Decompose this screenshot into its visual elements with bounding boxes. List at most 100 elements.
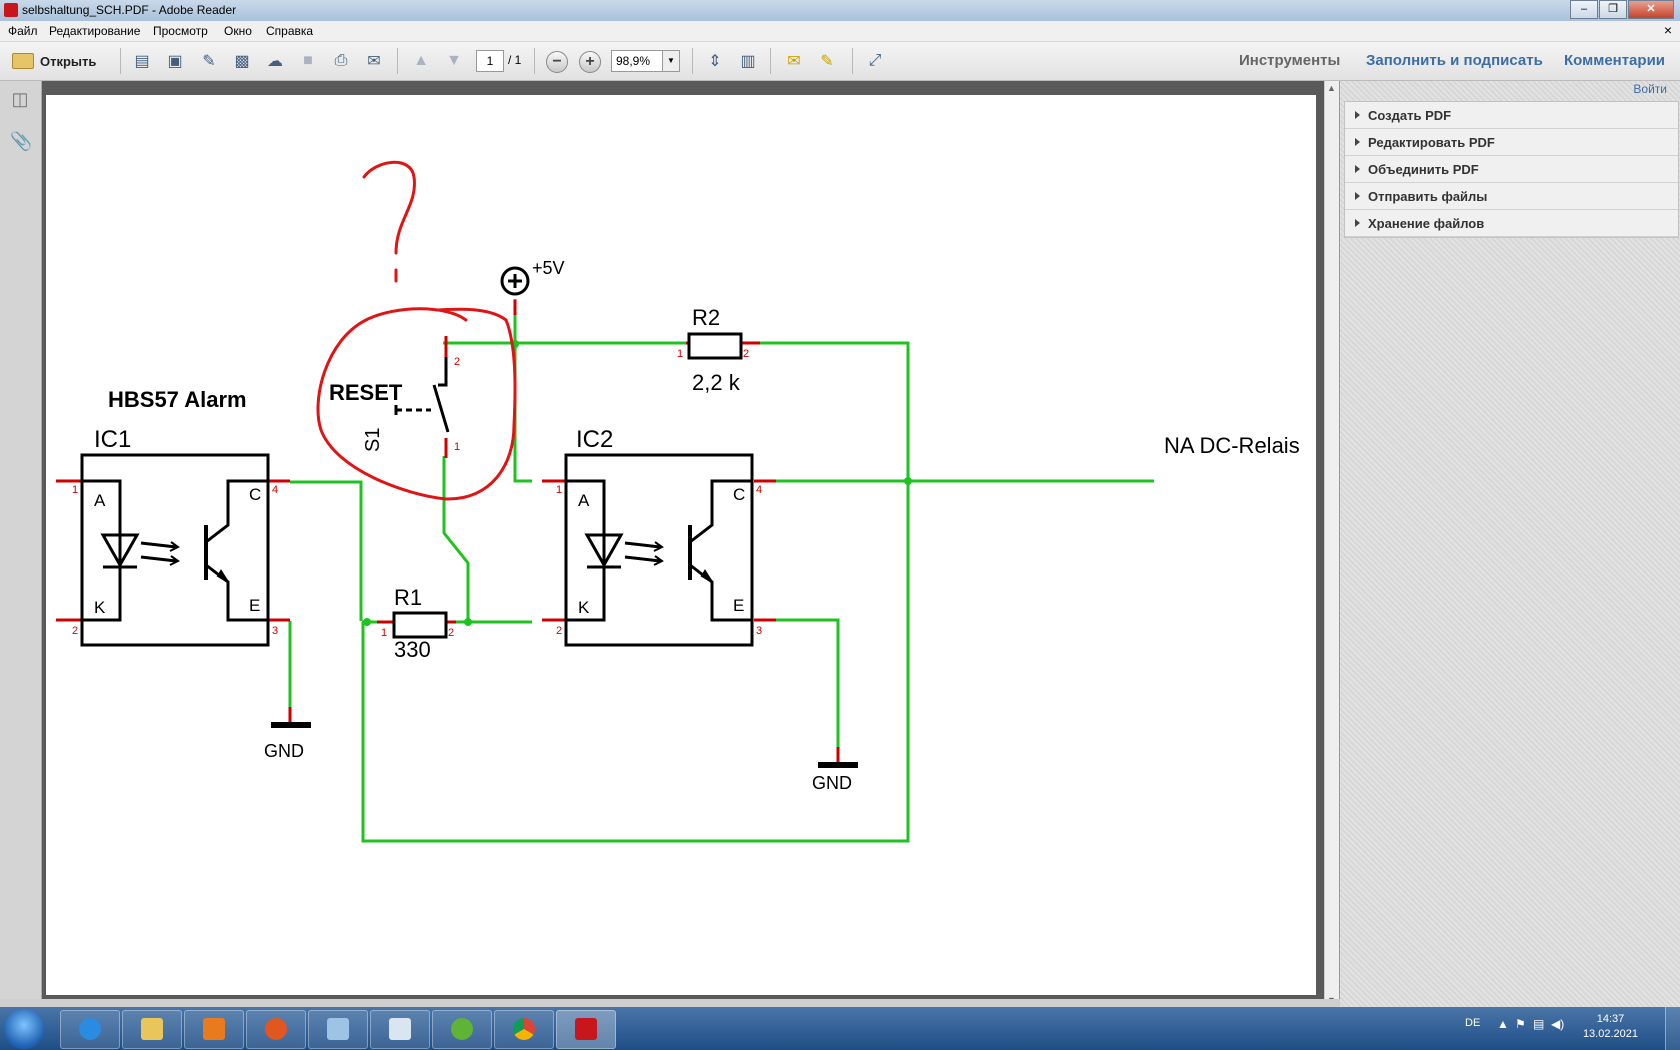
- toolbar-separator: [770, 48, 771, 74]
- menu-view[interactable]: Просмотр: [153, 24, 208, 38]
- ic1-name: IC1: [94, 426, 131, 453]
- ic1-pin-num-1: 1: [72, 484, 78, 496]
- print-icon[interactable]: ⎙: [329, 49, 353, 73]
- taskbar-media-player[interactable]: [184, 1010, 244, 1049]
- email-icon[interactable]: ✉: [362, 49, 386, 73]
- media-player-icon: [203, 1018, 225, 1040]
- toolbar-separator: [397, 48, 398, 74]
- minimize-button[interactable]: –: [1570, 0, 1598, 19]
- ic1-optocoupler: [80, 453, 270, 647]
- close-document-icon[interactable]: ×: [1664, 22, 1672, 38]
- taskbar-explorer[interactable]: [122, 1010, 182, 1049]
- start-button[interactable]: [4, 1009, 44, 1049]
- full-screen-icon[interactable]: ⤢: [863, 49, 887, 73]
- open-button[interactable]: Открыть: [6, 48, 102, 74]
- section-create-pdf[interactable]: Создать PDF: [1345, 102, 1678, 129]
- language-indicator[interactable]: DE: [1465, 1017, 1480, 1029]
- clock[interactable]: 14:37 13.02.2021: [1583, 1012, 1638, 1042]
- taskbar-ie[interactable]: [60, 1010, 120, 1049]
- document-area: ? +5V R2 2,2 k RESET S1 2 1 HBS57 Alarm …: [42, 81, 1330, 1007]
- section-edit-pdf[interactable]: Редактировать PDF: [1345, 129, 1678, 156]
- previous-page-icon[interactable]: ▲: [409, 49, 433, 73]
- edit-pdf-icon[interactable]: ✎: [197, 49, 221, 73]
- fit-width-icon[interactable]: ▥: [736, 49, 760, 73]
- section-combine-pdf[interactable]: Объединить PDF: [1345, 156, 1678, 183]
- horizontal-scrollbar[interactable]: [0, 999, 1340, 1007]
- ic1-pin-num-3: 3: [272, 625, 278, 637]
- combine-files-icon[interactable]: ▩: [230, 49, 254, 73]
- create-pdf-icon[interactable]: ▤: [130, 49, 154, 73]
- export-pdf-icon[interactable]: ▣: [163, 49, 187, 73]
- taskbar-paint[interactable]: [308, 1010, 368, 1049]
- window-controls: – ❐ ✕: [1569, 0, 1674, 19]
- expand-arrow-icon: [1355, 138, 1360, 146]
- ic2-optocoupler: [564, 453, 754, 647]
- ic2-pin-num-3: 3: [756, 625, 762, 637]
- sticky-note-icon[interactable]: ✉: [782, 49, 806, 73]
- zoom-out-button[interactable]: −: [546, 51, 568, 73]
- close-button[interactable]: ✕: [1628, 0, 1674, 19]
- internet-explorer-icon: [79, 1018, 101, 1040]
- taskbar-notepad[interactable]: [370, 1010, 430, 1049]
- section-label: Создать PDF: [1368, 107, 1452, 123]
- network-icon[interactable]: ▤: [1533, 1017, 1544, 1031]
- document-icon: [389, 1018, 411, 1040]
- taskbar-utorrent[interactable]: [432, 1010, 492, 1049]
- toolbar-separator: [120, 48, 121, 74]
- page-total: / 1: [508, 53, 522, 67]
- maximize-button[interactable]: ❐: [1599, 0, 1627, 19]
- question-mark: ?: [368, 145, 401, 212]
- reset-switch: [394, 357, 450, 433]
- attachments-icon[interactable]: 📎: [10, 131, 32, 153]
- junction-dot: [363, 618, 371, 626]
- firefox-icon: [265, 1018, 287, 1040]
- ic2-pin-num-4: 4: [756, 484, 762, 496]
- junction-dot: [464, 618, 472, 626]
- menu-bar: Файл Редактирование Просмотр Окно Справк…: [0, 21, 1680, 42]
- fit-page-icon[interactable]: ⇕: [703, 49, 727, 73]
- ic2-pin-num-2: 2: [556, 625, 562, 637]
- folder-icon: [12, 53, 34, 69]
- window-title: selbshaltung_SCH.PDF - Adobe Reader: [22, 3, 237, 17]
- fill-sign-pane-link[interactable]: Заполнить и подписать: [1366, 52, 1543, 69]
- vertical-scrollbar[interactable]: ▲ ▼: [1324, 81, 1339, 1007]
- zoom-level-input[interactable]: 98,9%: [611, 50, 665, 72]
- highlight-icon[interactable]: ✎: [815, 49, 839, 73]
- expand-arrow-icon: [1355, 219, 1360, 227]
- save-icon[interactable]: ■: [296, 49, 320, 73]
- menu-window[interactable]: Окно: [224, 24, 252, 38]
- file-explorer-icon: [141, 1018, 163, 1040]
- r1-name: R1: [394, 585, 422, 610]
- ic1-pin-num-4: 4: [272, 484, 278, 496]
- section-send-files[interactable]: Отправить файлы: [1345, 183, 1678, 210]
- upload-cloud-icon[interactable]: ☁: [263, 49, 287, 73]
- title-bar: selbshaltung_SCH.PDF - Adobe Reader – ❐ …: [0, 0, 1680, 21]
- action-center-flag-icon[interactable]: ⚑: [1515, 1017, 1526, 1031]
- zoom-in-button[interactable]: +: [579, 51, 601, 73]
- menu-edit[interactable]: Редактирование: [49, 24, 140, 38]
- sign-in-link[interactable]: Войти: [1633, 82, 1667, 96]
- comments-pane-link[interactable]: Комментарии: [1564, 52, 1665, 69]
- zoom-dropdown-button[interactable]: ▼: [662, 50, 680, 72]
- show-desktop-button[interactable]: [1665, 1007, 1680, 1050]
- page-thumbnails-icon[interactable]: ◫: [10, 89, 30, 111]
- menu-file[interactable]: Файл: [8, 24, 38, 38]
- taskbar-firefox[interactable]: [246, 1010, 306, 1049]
- s1-label: S1: [362, 428, 384, 452]
- expand-arrow-icon: [1355, 111, 1360, 119]
- tools-pane-link[interactable]: Инструменты: [1239, 52, 1340, 69]
- volume-icon[interactable]: ◀): [1551, 1017, 1564, 1031]
- section-store-files[interactable]: Хранение файлов: [1345, 210, 1678, 237]
- page-number-input[interactable]: 1: [476, 50, 504, 72]
- taskbar-adobe-reader[interactable]: [556, 1010, 616, 1049]
- taskbar-chrome[interactable]: [494, 1010, 554, 1049]
- menu-help[interactable]: Справка: [266, 24, 313, 38]
- next-page-icon[interactable]: ▼: [442, 49, 466, 73]
- ic1-pin-num-2: 2: [72, 625, 78, 637]
- supply-symbol: [500, 266, 530, 296]
- adobe-reader-icon: [4, 3, 18, 17]
- output-label: NA DC-Relais: [1164, 433, 1300, 458]
- show-hidden-icons-icon[interactable]: ▲: [1497, 1017, 1509, 1031]
- scroll-up-arrow-icon[interactable]: ▲: [1327, 83, 1336, 93]
- navigation-pane: ◫ 📎: [0, 81, 42, 1007]
